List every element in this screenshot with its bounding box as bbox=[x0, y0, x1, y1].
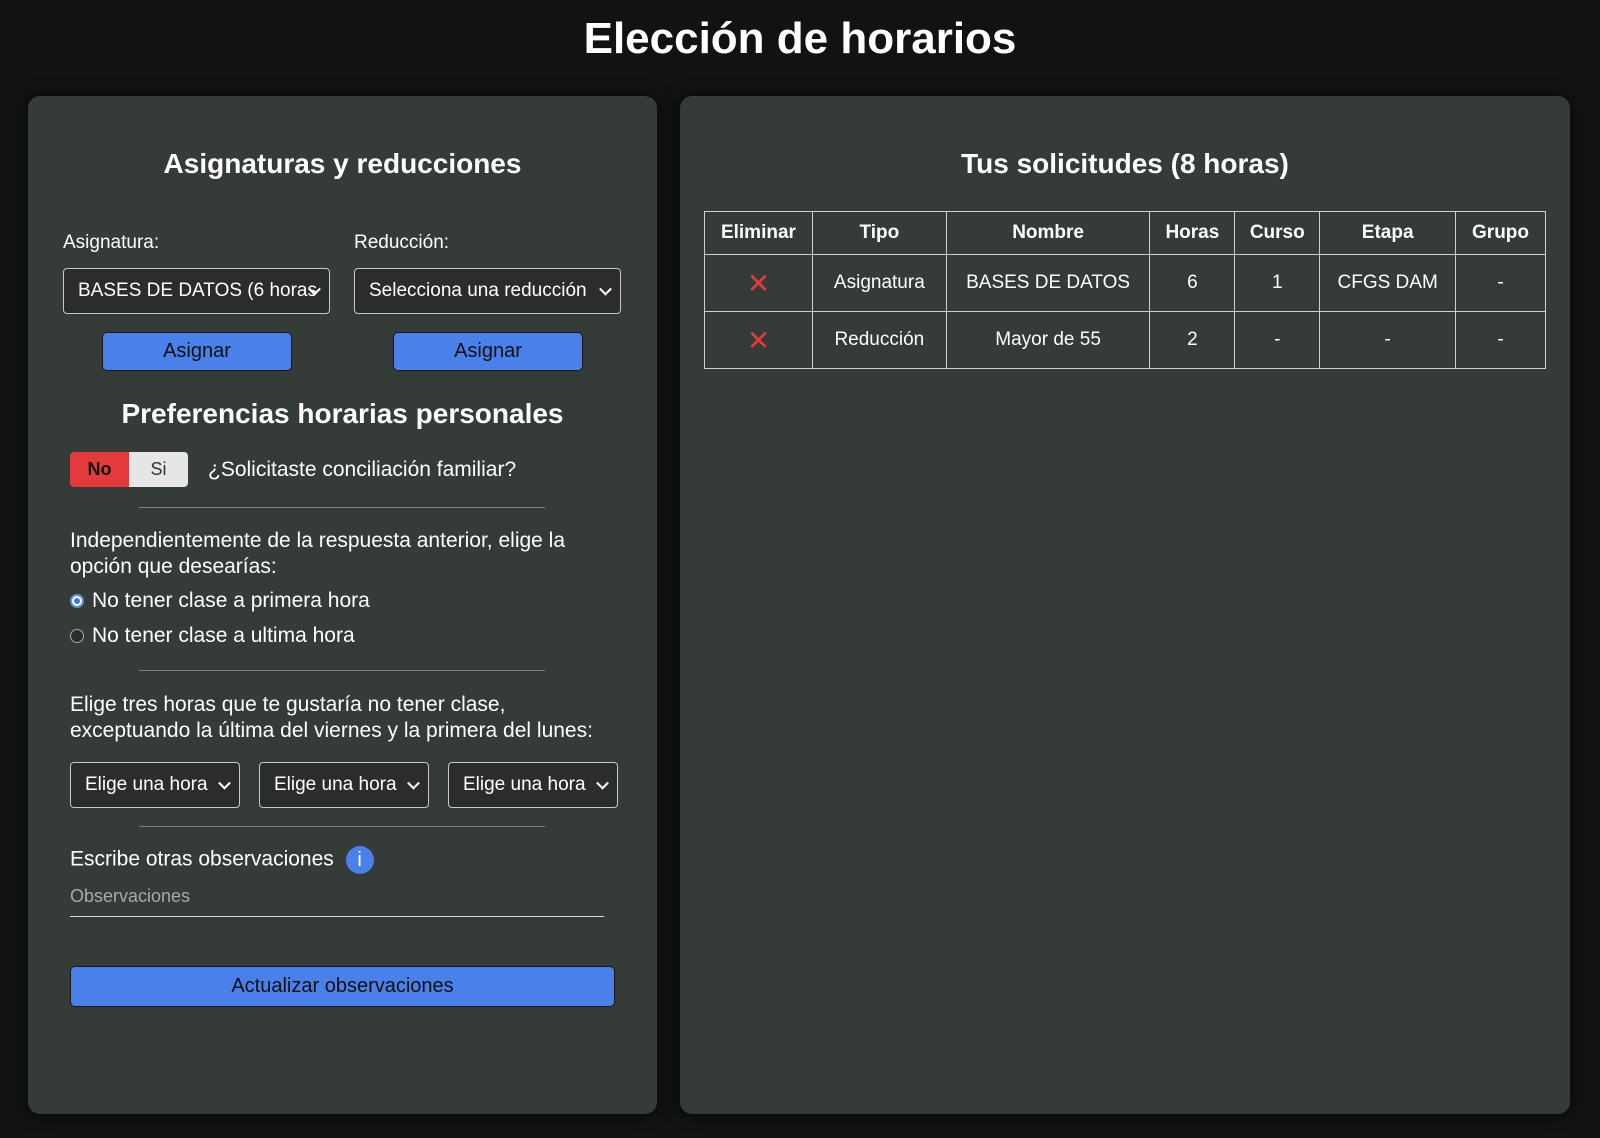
radio-unchecked-icon[interactable] bbox=[70, 629, 84, 643]
column-header-nombre: Nombre bbox=[945, 211, 1151, 255]
divider bbox=[139, 670, 545, 671]
reduccion-select-value: Selecciona una reducción bbox=[369, 280, 587, 301]
grupo-cell: - bbox=[1455, 311, 1546, 369]
requests-title: Tus solicitudes (8 horas) bbox=[961, 148, 1289, 179]
column-header-tipo: Tipo bbox=[811, 211, 947, 255]
asignatura-select-value: BASES DE DATOS (6 horas bbox=[78, 280, 317, 301]
delete-cell: ✕ bbox=[704, 254, 813, 312]
column-header-curso: Curso bbox=[1234, 211, 1321, 255]
radio-label: No tener clase a ultima hora bbox=[92, 624, 355, 647]
page-title: Elección de horarios bbox=[583, 14, 1017, 63]
conciliacion-question: ¿Solicitaste conciliación familiar? bbox=[208, 458, 517, 481]
curso-cell: - bbox=[1234, 311, 1321, 369]
update-observations-button[interactable]: Actualizar observaciones bbox=[70, 966, 615, 1007]
requests-table: Eliminar Tipo Nombre Horas Curso Etapa G… bbox=[704, 211, 1546, 369]
delete-x-icon[interactable]: ✕ bbox=[747, 325, 770, 356]
chevron-down-icon bbox=[599, 282, 612, 296]
etapa-cell: CFGS DAM bbox=[1319, 254, 1457, 312]
chevron-down-icon bbox=[596, 776, 609, 790]
tipo-cell: Reducción bbox=[811, 311, 947, 369]
hour-select-3[interactable]: Elige una hora bbox=[448, 762, 618, 808]
option-intro-text: Independientemente de la respuesta anter… bbox=[70, 529, 566, 578]
curso-cell: 1 bbox=[1234, 254, 1321, 312]
subjects-panel: Asignaturas y reducciones Asignatura: BA… bbox=[28, 96, 657, 1114]
column-header-eliminar: Eliminar bbox=[704, 211, 813, 255]
delete-cell: ✕ bbox=[704, 311, 813, 369]
preferences-title: Preferencias horarias personales bbox=[121, 398, 564, 429]
assign-subject-button[interactable]: Asignar bbox=[102, 332, 292, 371]
horas-cell: 2 bbox=[1149, 311, 1236, 369]
horas-cell: 6 bbox=[1149, 254, 1236, 312]
nombre-cell: Mayor de 55 bbox=[945, 311, 1151, 369]
radio-label: No tener clase a primera hora bbox=[92, 589, 370, 612]
radio-checked-icon[interactable] bbox=[70, 594, 84, 608]
delete-x-icon[interactable]: ✕ bbox=[747, 268, 770, 299]
assign-reduction-button[interactable]: Asignar bbox=[393, 332, 583, 371]
chevron-down-icon bbox=[407, 776, 420, 790]
divider bbox=[139, 826, 545, 827]
requests-panel: Tus solicitudes (8 horas) Eliminar Tipo … bbox=[680, 96, 1570, 1114]
conciliacion-toggle[interactable]: No Si bbox=[70, 452, 188, 487]
hour-select-1[interactable]: Elige una hora bbox=[70, 762, 240, 808]
observations-label: Escribe otras observaciones bbox=[70, 847, 334, 871]
divider bbox=[139, 507, 545, 508]
etapa-cell: - bbox=[1319, 311, 1457, 369]
asignatura-label: Asignatura: bbox=[63, 232, 160, 253]
toggle-no-option[interactable]: No bbox=[70, 452, 129, 487]
info-icon[interactable]: i bbox=[345, 846, 374, 874]
observations-input[interactable]: Observaciones bbox=[70, 886, 604, 917]
nombre-cell: BASES DE DATOS bbox=[945, 254, 1151, 312]
reduccion-select[interactable]: Selecciona una reducción bbox=[354, 268, 621, 314]
hour-select-value: Elige una hora bbox=[274, 774, 397, 795]
table-header-row: Eliminar Tipo Nombre Horas Curso Etapa G… bbox=[704, 211, 1546, 255]
observations-label-row: Escribe otras observaciones i bbox=[70, 846, 374, 874]
table-row: ✕ Asignatura BASES DE DATOS 6 1 CFGS DAM… bbox=[704, 254, 1546, 312]
asignatura-select[interactable]: BASES DE DATOS (6 horas bbox=[63, 268, 330, 314]
hour-select-value: Elige una hora bbox=[463, 774, 586, 795]
grupo-cell: - bbox=[1455, 254, 1546, 312]
toggle-si-option[interactable]: Si bbox=[129, 452, 188, 487]
hour-select-2[interactable]: Elige una hora bbox=[259, 762, 429, 808]
column-header-grupo: Grupo bbox=[1455, 211, 1546, 255]
subjects-title: Asignaturas y reducciones bbox=[163, 148, 522, 179]
radio-option-last-hour[interactable]: No tener clase a ultima hora bbox=[70, 624, 355, 648]
chevron-down-icon bbox=[218, 776, 231, 790]
reduccion-label: Reducción: bbox=[354, 232, 450, 253]
tipo-cell: Asignatura bbox=[811, 254, 947, 312]
table-row: ✕ Reducción Mayor de 55 2 - - - bbox=[704, 311, 1546, 369]
hours-intro-text: Elige tres horas que te gustaría no tene… bbox=[70, 693, 593, 742]
column-header-horas: Horas bbox=[1149, 211, 1236, 255]
hour-select-value: Elige una hora bbox=[85, 774, 208, 795]
radio-option-first-hour[interactable]: No tener clase a primera hora bbox=[70, 589, 370, 613]
column-header-etapa: Etapa bbox=[1319, 211, 1457, 255]
